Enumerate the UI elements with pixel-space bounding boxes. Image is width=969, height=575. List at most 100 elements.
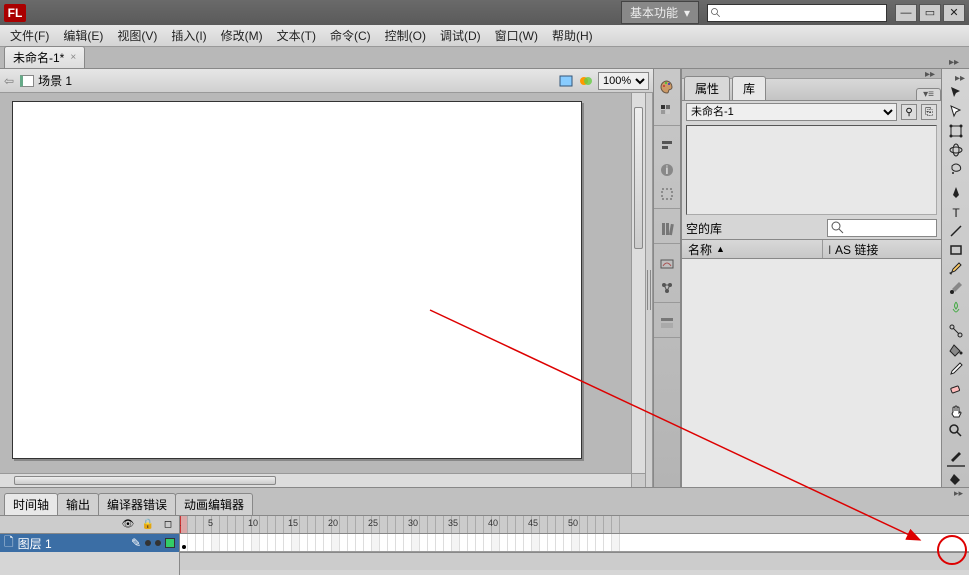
zoom-select[interactable]: 100%: [598, 72, 649, 90]
panel-collapse-grip[interactable]: [645, 93, 653, 487]
close-tab-icon[interactable]: ×: [70, 52, 76, 63]
project-icon[interactable]: [657, 278, 677, 298]
app-logo: FL: [4, 4, 26, 22]
text-tool[interactable]: T: [945, 203, 967, 221]
zoom-tool[interactable]: [945, 422, 967, 440]
menu-edit[interactable]: 编辑(E): [57, 25, 109, 46]
menu-debug[interactable]: 调试(D): [434, 25, 487, 46]
library-col-link[interactable]: |AS 链接: [823, 240, 941, 258]
maximize-button[interactable]: ▭: [919, 4, 941, 22]
tools-panel: ▸▸ T: [941, 69, 969, 487]
frame-ruler[interactable]: [180, 516, 969, 534]
menu-window[interactable]: 窗口(W): [489, 25, 544, 46]
search-icon: [830, 220, 846, 236]
3d-rotation-tool[interactable]: [945, 141, 967, 159]
stroke-color-swatch[interactable]: [947, 465, 965, 467]
eyedropper-tool[interactable]: [945, 360, 967, 378]
tab-compiler-errors[interactable]: 编译器错误: [98, 493, 176, 515]
menu-help[interactable]: 帮助(H): [546, 25, 599, 46]
nav-back-icon[interactable]: ⇦: [4, 74, 14, 88]
brush-tool[interactable]: [945, 279, 967, 297]
timeline-status: [180, 552, 969, 570]
library-panel: ▸▸ 属性 库 ▾≡ 未命名-1 ⚲ ⎘ 空的库 名称▲ |AS 链接: [681, 69, 941, 487]
svg-text:T: T: [952, 206, 960, 220]
eraser-tool[interactable]: [945, 379, 967, 397]
outline-header-icon[interactable]: ◻: [161, 519, 175, 530]
info-icon[interactable]: i: [657, 160, 677, 180]
menu-bar: 文件(F) 编辑(E) 视图(V) 插入(I) 修改(M) 文本(T) 命令(C…: [0, 25, 969, 47]
tab-motion-editor[interactable]: 动画编辑器: [175, 493, 253, 515]
selection-tool[interactable]: [945, 84, 967, 102]
visibility-header-icon[interactable]: 👁: [121, 519, 135, 530]
horizontal-scrollbar[interactable]: [0, 473, 631, 487]
visibility-dot[interactable]: [145, 540, 151, 546]
free-transform-tool[interactable]: [945, 122, 967, 140]
help-search-input[interactable]: [722, 7, 884, 19]
menu-insert[interactable]: 插入(I): [165, 25, 212, 46]
outline-swatch[interactable]: [165, 538, 175, 548]
tools-collapse-icon[interactable]: ▸▸: [942, 73, 969, 83]
motion-presets-icon[interactable]: [657, 254, 677, 274]
scene-breadcrumb[interactable]: 场景 1: [20, 72, 72, 89]
library-list[interactable]: [682, 259, 941, 487]
rectangle-tool[interactable]: [945, 241, 967, 259]
panel-menu-icon[interactable]: ▾≡: [916, 88, 941, 100]
layer-active-icon: ✎: [131, 536, 141, 550]
new-library-icon[interactable]: ⎘: [921, 104, 937, 120]
document-tabs: 未命名-1* × ▸▸: [0, 47, 969, 69]
paint-bucket-tool[interactable]: [945, 341, 967, 359]
lock-dot[interactable]: [155, 540, 161, 546]
library-doc-select[interactable]: 未命名-1: [686, 103, 897, 121]
expand-icon[interactable]: ▸▸: [949, 57, 965, 68]
bottom-panel: ▸▸ 时间轴 输出 编译器错误 动画编辑器 👁 🔒 ◻ 🗋图层 1 ✎: [0, 487, 969, 575]
swatches-icon[interactable]: [657, 101, 677, 121]
frame-track[interactable]: [180, 534, 969, 552]
vertical-scrollbar[interactable]: [631, 93, 645, 473]
color-palette-icon[interactable]: [657, 77, 677, 97]
menu-text[interactable]: 文本(T): [271, 25, 322, 46]
subselection-tool[interactable]: [945, 103, 967, 121]
layer-row[interactable]: 🗋图层 1 ✎: [0, 534, 179, 552]
menu-control[interactable]: 控制(O): [379, 25, 432, 46]
library-empty-label: 空的库: [686, 220, 722, 237]
edit-bar: ⇦ 场景 1 100%: [0, 69, 653, 93]
stage[interactable]: [12, 101, 582, 459]
menu-commands[interactable]: 命令(C): [324, 25, 377, 46]
close-button[interactable]: ✕: [943, 4, 965, 22]
menu-view[interactable]: 视图(V): [111, 25, 163, 46]
help-search[interactable]: [707, 4, 887, 22]
library-search[interactable]: [827, 219, 937, 237]
workspace-label: 基本功能: [630, 4, 678, 21]
line-tool[interactable]: [945, 222, 967, 240]
library-dock-icon[interactable]: [657, 219, 677, 239]
minimize-button[interactable]: —: [895, 4, 917, 22]
edit-symbol-icon[interactable]: [578, 73, 594, 89]
hand-tool[interactable]: [945, 403, 967, 421]
pencil-tool[interactable]: [945, 260, 967, 278]
tab-library[interactable]: 库: [732, 76, 766, 100]
align-icon[interactable]: [657, 136, 677, 156]
document-tab[interactable]: 未命名-1* ×: [4, 46, 85, 68]
library-search-input[interactable]: [846, 222, 926, 234]
pin-library-icon[interactable]: ⚲: [901, 104, 917, 120]
menu-file[interactable]: 文件(F): [4, 25, 55, 46]
menu-modify[interactable]: 修改(M): [215, 25, 269, 46]
stroke-color-icon[interactable]: [945, 446, 967, 464]
library-col-name[interactable]: 名称▲: [682, 240, 823, 258]
tab-properties[interactable]: 属性: [684, 76, 730, 100]
lock-header-icon[interactable]: 🔒: [141, 519, 155, 530]
stage-viewport[interactable]: [0, 93, 645, 487]
deco-tool[interactable]: [945, 298, 967, 316]
tab-output[interactable]: 输出: [57, 493, 99, 515]
edit-scene-icon[interactable]: [558, 73, 574, 89]
fill-color-icon[interactable]: [945, 470, 967, 488]
pen-tool[interactable]: [945, 184, 967, 202]
document-tab-label: 未命名-1*: [13, 49, 64, 66]
bone-tool[interactable]: [945, 322, 967, 340]
tab-timeline[interactable]: 时间轴: [4, 493, 58, 515]
layer-type-icon: 🗋: [4, 533, 14, 554]
workspace-switcher[interactable]: 基本功能 ▾: [621, 1, 699, 24]
lasso-tool[interactable]: [945, 160, 967, 178]
properties-dock-icon[interactable]: [657, 313, 677, 333]
transform-icon[interactable]: [657, 184, 677, 204]
